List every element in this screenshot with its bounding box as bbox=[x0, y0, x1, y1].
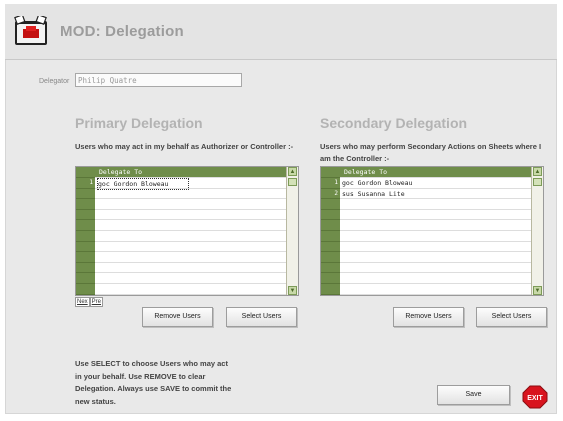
primary-pager: Nex Pre bbox=[75, 297, 104, 307]
row-header-line bbox=[76, 272, 95, 273]
row-header-line bbox=[321, 241, 340, 242]
grid-line bbox=[76, 241, 286, 242]
row-header-line bbox=[76, 251, 95, 252]
scroll-up-icon[interactable]: ▲ bbox=[288, 167, 297, 176]
grid-line bbox=[76, 272, 286, 273]
row-number: 1 bbox=[334, 179, 338, 186]
grid-line bbox=[321, 209, 531, 210]
scroll-down-icon[interactable]: ▼ bbox=[288, 286, 297, 295]
secondary-remove-users-button[interactable]: Remove Users bbox=[393, 307, 464, 327]
row-header-line bbox=[76, 230, 95, 231]
app-logo-icon bbox=[14, 16, 47, 45]
row-header-line bbox=[321, 283, 340, 284]
grid-line bbox=[321, 272, 531, 273]
grid-line bbox=[321, 230, 531, 231]
vertical-scrollbar[interactable]: ▲ ▼ bbox=[286, 167, 298, 295]
secondary-select-users-button[interactable]: Select Users bbox=[476, 307, 547, 327]
row-header-line bbox=[76, 283, 95, 284]
grid-line bbox=[321, 219, 531, 220]
grid-line bbox=[321, 241, 531, 242]
grid-line bbox=[321, 251, 531, 252]
row-header-line bbox=[76, 209, 95, 210]
scroll-thumb[interactable] bbox=[533, 178, 542, 186]
grid-line bbox=[76, 209, 286, 210]
column-header: Delegate To bbox=[340, 167, 531, 177]
row-header-line bbox=[321, 272, 340, 273]
row-header-line bbox=[76, 241, 95, 242]
row-header-line bbox=[76, 294, 95, 295]
page-title: MOD: Delegation bbox=[60, 23, 184, 40]
row-header-line bbox=[76, 198, 95, 199]
vertical-scrollbar[interactable]: ▲ ▼ bbox=[531, 167, 543, 295]
delegator-label: Delegator bbox=[39, 78, 70, 85]
grid-line bbox=[321, 294, 531, 295]
exit-button[interactable]: EXIT bbox=[522, 385, 548, 409]
grid-line bbox=[76, 251, 286, 252]
row-header-line bbox=[76, 188, 95, 189]
row-header-line bbox=[321, 209, 340, 210]
delegator-field[interactable]: Philip Quatre bbox=[75, 73, 242, 87]
secondary-delegate-grid[interactable]: Delegate To ▲ ▼ 1 goc Gordon Bloweau 2 sus … bbox=[320, 166, 544, 296]
row-header-line bbox=[321, 219, 340, 220]
grid-line bbox=[321, 262, 531, 263]
row-header-line bbox=[76, 262, 95, 263]
table-row[interactable]: sus Susanna Lite bbox=[342, 189, 405, 199]
primary-select-users-button[interactable]: Select Users bbox=[226, 307, 297, 327]
row-header-line bbox=[321, 262, 340, 263]
row-header-line bbox=[321, 294, 340, 295]
grid-line bbox=[76, 219, 286, 220]
secondary-delegation-title: Secondary Delegation bbox=[320, 115, 468, 131]
primary-delegation-description: Users who may act in my behalf as Author… bbox=[75, 142, 294, 151]
grid-line bbox=[76, 294, 286, 295]
secondary-delegation-description: Users who may perform Secondary Actions … bbox=[320, 142, 542, 163]
primary-delegation-title: Primary Delegation bbox=[75, 115, 203, 131]
grid-line bbox=[76, 198, 286, 199]
column-header: Delegate To bbox=[95, 167, 286, 177]
primary-delegate-grid[interactable]: Delegate To ▲ ▼ 1 goc Gordon Bloweau bbox=[75, 166, 299, 296]
save-button[interactable]: Save bbox=[437, 385, 510, 405]
previous-page-button[interactable]: Pre bbox=[89, 297, 104, 307]
table-row[interactable]: goc Gordon Bloweau bbox=[97, 178, 189, 190]
row-header-line bbox=[321, 251, 340, 252]
grid-line bbox=[321, 283, 531, 284]
row-header-line bbox=[76, 219, 95, 220]
scroll-down-icon[interactable]: ▼ bbox=[533, 286, 542, 295]
row-number: 1 bbox=[89, 179, 93, 186]
grid-line bbox=[76, 283, 286, 284]
primary-remove-users-button[interactable]: Remove Users bbox=[142, 307, 213, 327]
table-row[interactable]: goc Gordon Bloweau bbox=[342, 178, 412, 188]
help-text: Use SELECT to choose Users who may act i… bbox=[75, 359, 232, 406]
next-page-button[interactable]: Nex bbox=[75, 297, 90, 307]
row-header-line bbox=[321, 230, 340, 231]
exit-label: EXIT bbox=[527, 395, 543, 402]
grid-line bbox=[76, 230, 286, 231]
scroll-thumb[interactable] bbox=[288, 178, 297, 186]
row-number: 2 bbox=[334, 190, 338, 197]
grid-line bbox=[76, 262, 286, 263]
scroll-up-icon[interactable]: ▲ bbox=[533, 167, 542, 176]
